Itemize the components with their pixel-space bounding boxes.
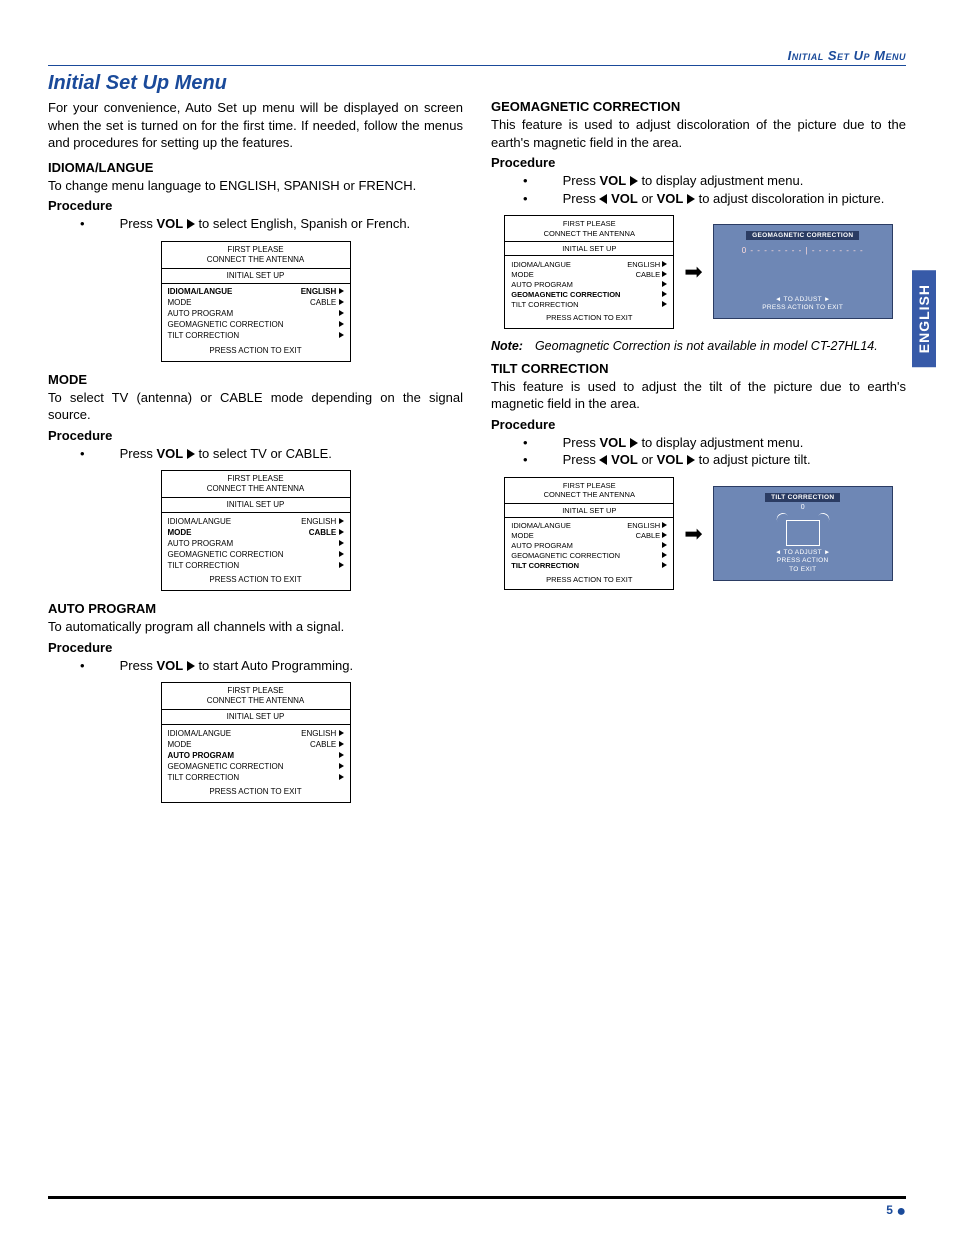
right-triangle-icon [630,176,638,186]
right-triangle-icon [339,310,344,316]
right-triangle-icon [662,552,667,558]
adj-foot: ◄ TO ADJUST ► PRESS ACTION TO EXIT [714,296,892,313]
osd-geo: FIRST PLEASECONNECT THE ANTENNA INITIAL … [504,215,674,329]
osd-foot: PRESS ACTION TO EXIT [162,343,350,361]
right-column: GEOMAGNETIC CORRECTION This feature is u… [491,99,906,813]
procedure-label: Procedure [48,198,463,213]
auto-step: Press VOL to start Auto Programming. [98,657,463,675]
footer-rule [48,1196,906,1199]
osd-auto: FIRST PLEASECONNECT THE ANTENNA INITIAL … [161,682,351,803]
geo-desc: This feature is used to adjust discolora… [491,116,906,151]
osd-tilt: FIRST PLEASECONNECT THE ANTENNA INITIAL … [504,477,674,591]
right-triangle-icon [187,219,195,229]
tilt-step2: Press VOL or VOL to adjust picture tilt. [541,451,906,469]
right-triangle-icon [662,522,667,528]
tilt-desc: This feature is used to adjust the tilt … [491,378,906,413]
idioma-desc: To change menu language to ENGLISH, SPAN… [48,177,463,195]
right-triangle-icon [339,321,344,327]
right-triangle-icon [662,542,667,548]
section-head-idioma: IDIOMA/LANGUE [48,160,463,175]
procedure-label: Procedure [48,428,463,443]
adj-scale: 0 - - - - - - - - | - - - - - - - - [742,246,864,255]
right-triangle-icon [339,774,344,780]
auto-desc: To automatically program all channels wi… [48,618,463,636]
right-triangle-icon [662,291,667,297]
mode-desc: To select TV (antenna) or CABLE mode dep… [48,389,463,424]
adj-foot: ◄ TO ADJUST ► PRESS ACTION TO EXIT [714,549,892,574]
right-triangle-icon [339,518,344,524]
right-triangle-icon [339,763,344,769]
intro-paragraph: For your convenience, Auto Set up menu w… [48,99,463,152]
right-triangle-icon [662,261,667,267]
adj-title: TILT CORRECTION [765,493,840,502]
right-triangle-icon [339,752,344,758]
right-triangle-icon [339,540,344,546]
note-label: Note: [491,339,523,353]
procedure-label: Procedure [491,417,906,432]
procedure-label: Procedure [491,155,906,170]
page-number: 5 ● [886,1203,906,1221]
tilt-zero: 0 [786,504,820,511]
right-triangle-icon [662,532,667,538]
right-triangle-icon [339,730,344,736]
right-triangle-icon [339,551,344,557]
left-column: For your convenience, Auto Set up menu w… [48,99,463,813]
right-triangle-icon [339,288,344,294]
header-breadcrumb: Initial Set Up Menu [48,48,906,66]
right-triangle-icon [339,529,344,535]
tilt-step1: Press VOL to display adjustment menu. [541,434,906,452]
press-label: Press [120,216,157,231]
vol-label: VOL [156,216,183,231]
arrow-right-icon: ➡ [684,523,702,545]
section-head-auto: AUTO PROGRAM [48,601,463,616]
right-triangle-icon [662,281,667,287]
left-triangle-icon [599,455,607,465]
geo-adjust-panel: GEOMAGNETIC CORRECTION 0 - - - - - - - -… [713,224,893,319]
osd-mode: FIRST PLEASECONNECT THE ANTENNA INITIAL … [161,470,351,591]
right-triangle-icon [687,194,695,204]
right-triangle-icon [662,562,667,568]
section-head-tilt: TILT CORRECTION [491,361,906,376]
mode-step: Press VOL to select TV or CABLE. [98,445,463,463]
left-triangle-icon [599,194,607,204]
arrow-right-icon: ➡ [684,261,702,283]
geo-step2: Press VOL or VOL to adjust discoloration… [541,190,906,208]
idioma-step-tail: to select English, Spanish or French. [195,216,410,231]
geo-note: Note: Geomagnetic Correction is not avai… [491,339,906,353]
right-triangle-icon [339,299,344,305]
section-head-mode: MODE [48,372,463,387]
right-triangle-icon [687,455,695,465]
right-triangle-icon [662,271,667,277]
osd-idioma: FIRST PLEASECONNECT THE ANTENNA INITIAL … [161,241,351,362]
right-triangle-icon [339,332,344,338]
osd-sub: INITIAL SET UP [162,268,350,283]
language-tab: ENGLISH [912,270,936,367]
note-text: Geomagnetic Correction is not available … [535,339,878,353]
geo-pair: FIRST PLEASECONNECT THE ANTENNA INITIAL … [491,215,906,329]
tilt-adjust-panel: TILT CORRECTION 0 ◄ TO ADJUST ► PRESS AC… [713,486,893,581]
right-triangle-icon [187,661,195,671]
page-title: Initial Set Up Menu [48,72,906,95]
right-triangle-icon [662,301,667,307]
osd-body: IDIOMA/LANGUEENGLISH MODECABLE AUTO PROG… [162,283,350,343]
section-head-geo: GEOMAGNETIC CORRECTION [491,99,906,114]
right-triangle-icon [339,741,344,747]
tilt-box-icon [786,520,820,546]
right-triangle-icon [630,438,638,448]
bullet-icon: ● [896,1203,906,1220]
procedure-label: Procedure [48,640,463,655]
osd-top: FIRST PLEASECONNECT THE ANTENNA [162,242,350,268]
right-triangle-icon [187,449,195,459]
geo-step1: Press VOL to display adjustment menu. [541,172,906,190]
idioma-step: Press VOL to select English, Spanish or … [98,215,463,233]
tilt-pair: FIRST PLEASECONNECT THE ANTENNA INITIAL … [491,477,906,591]
adj-title: GEOMAGNETIC CORRECTION [746,231,859,240]
right-triangle-icon [339,562,344,568]
